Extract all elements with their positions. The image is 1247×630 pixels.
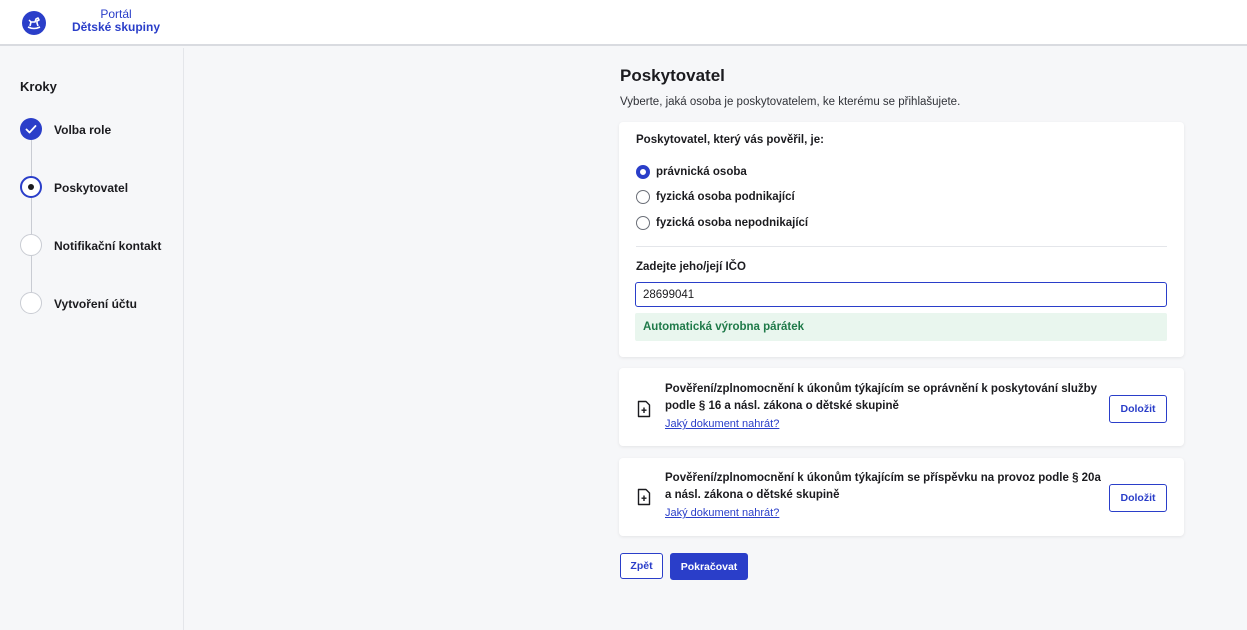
ico-result-company-name: Automatická výrobna párátek [643,321,805,333]
step-label-vytvoreni-uctu: Vytvoření účtu [54,297,137,311]
step-label-notifikacni-kontakt: Notifikační kontakt [54,239,162,253]
ico-field-label: Zadejte jeho/její IČO [636,261,746,273]
page-subtitle: Vyberte, jaká osoba je poskytovatelem, k… [620,96,961,108]
ico-result-box: Automatická výrobna párátek [635,313,1167,341]
document-upload-icon [637,488,651,506]
which-document-link[interactable]: Jaký dokument nahrát? [665,507,779,519]
document-description: Pověření/zplnomocnění k úkonům týkajícím… [665,472,1101,501]
brand-name-text[interactable]: Dětské skupiny [62,20,170,34]
top-header: Portál Dětské skupiny [0,0,1247,46]
provider-type-question: Poskytovatel, který vás pověřil, je: [636,134,824,146]
step-todo-indicator [20,234,42,256]
step-connector [31,140,32,180]
ico-input[interactable] [635,282,1167,307]
steps-sidebar: Kroky Volba role Poskytovatel Notifikačn… [0,48,184,630]
step-label-poskytovatel: Poskytovatel [54,181,129,195]
radio-checked-icon[interactable] [636,165,650,179]
step-todo-indicator [20,292,42,314]
which-document-link[interactable]: Jaký dokument nahrát? [665,418,779,430]
step-current-indicator [20,176,42,198]
steps-title: Kroky [20,79,57,94]
radio-label[interactable]: právnická osoba [656,166,747,178]
radio-option-pravnicka-osoba[interactable]: právnická osoba [636,164,747,180]
step-connector [31,198,32,234]
attach-document-button[interactable]: Doložit [1109,395,1167,423]
provider-type-card: Poskytovatel, který vás pověřil, je: prá… [619,122,1184,357]
document-card-authorization-contribution: Pověření/zplnomocnění k úkonům týkajícím… [619,458,1184,536]
radio-unchecked-icon[interactable] [636,190,650,204]
step-label-volba-role: Volba role [54,123,112,137]
document-upload-icon [637,400,651,418]
radio-option-fyzicka-podnikajici[interactable]: fyzická osoba podnikající [636,189,795,205]
step-connector [31,256,32,292]
document-card-authorization-services: Pověření/zplnomocnění k úkonům týkajícím… [619,368,1184,446]
step-done-check-icon [20,118,42,140]
radio-option-fyzicka-nepodnikajici[interactable]: fyzická osoba nepodnikající [636,215,808,231]
page-title: Poskytovatel [620,66,725,85]
portal-logo-icon[interactable] [22,11,46,35]
radio-label[interactable]: fyzická osoba podnikající [656,191,795,203]
back-button[interactable]: Zpět [620,553,663,579]
radio-unchecked-icon[interactable] [636,216,650,230]
continue-button[interactable]: Pokračovat [670,553,748,580]
document-description: Pověření/zplnomocnění k úkonům týkajícím… [665,383,1098,412]
divider [636,246,1167,247]
brand-portal-text[interactable]: Portál [62,7,170,21]
attach-document-button[interactable]: Doložit [1109,484,1167,512]
radio-label[interactable]: fyzická osoba nepodnikající [656,217,808,229]
